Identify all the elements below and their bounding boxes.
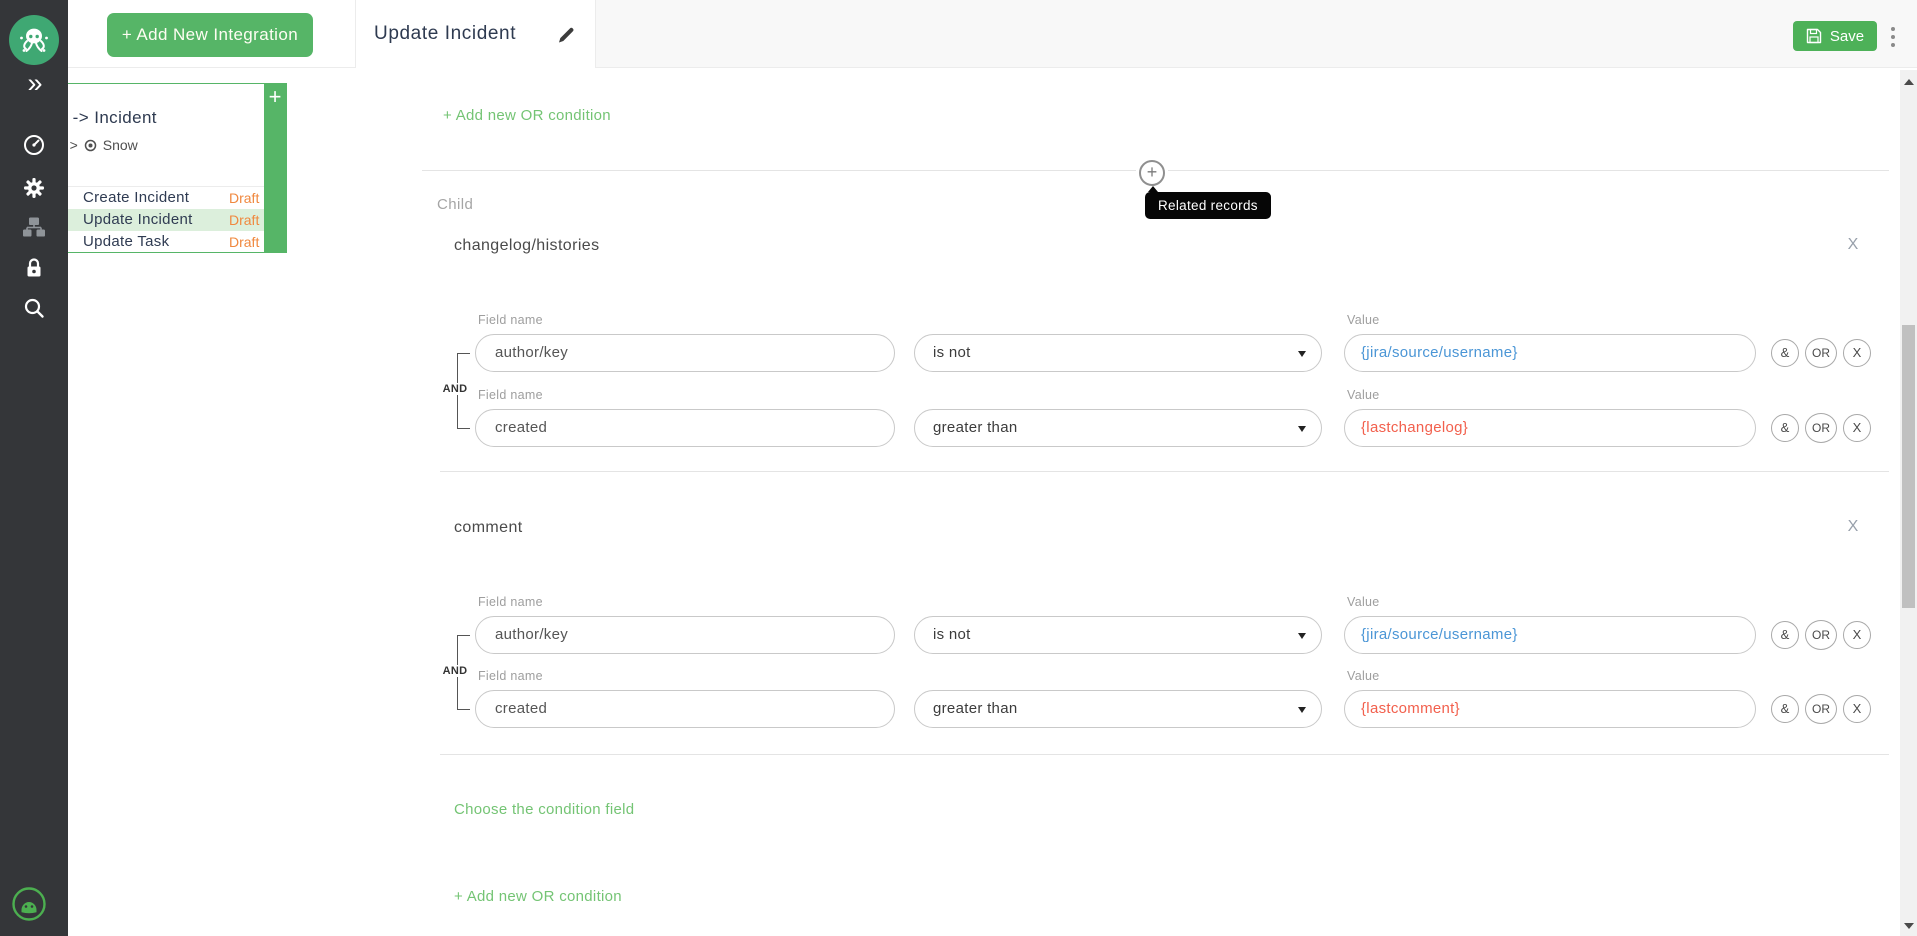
remove-condition-button[interactable]: X	[1843, 695, 1871, 723]
and-bracket	[457, 635, 470, 636]
remove-condition-button[interactable]: X	[1843, 414, 1871, 442]
dropdown-arrow-icon	[1298, 633, 1306, 639]
or-condition-button[interactable]: OR	[1805, 694, 1837, 724]
save-label: Save	[1830, 28, 1864, 45]
field-name-input[interactable]: created	[475, 690, 895, 728]
and-bracket	[457, 428, 470, 429]
condition-row: Field name Value author/key is not {jira…	[0, 313, 1917, 393]
dashboard-gauge-icon[interactable]	[0, 133, 68, 157]
operator-select[interactable]: greater than	[914, 690, 1322, 728]
group-label-child: Child	[437, 196, 473, 213]
scrollbar-up-button[interactable]	[1904, 79, 1914, 85]
status-badge: Draft	[229, 209, 259, 231]
section-divider	[440, 471, 1889, 472]
field-name-label: Field name	[478, 388, 543, 402]
condition-row: Field name Value author/key is not {jira…	[0, 595, 1917, 675]
value-label: Value	[1347, 595, 1380, 609]
action-label: Update Incident	[83, 209, 193, 231]
and-condition-button[interactable]: &	[1771, 414, 1799, 442]
profile-avatar-icon[interactable]	[11, 886, 47, 922]
field-name-input[interactable]: author/key	[475, 334, 895, 372]
connection-arrow: >	[70, 137, 78, 153]
add-action-button[interactable]: +	[264, 84, 286, 110]
edit-pencil-icon[interactable]	[556, 25, 576, 50]
add-related-records-button[interactable]: +	[1139, 160, 1165, 186]
header-divider	[68, 67, 1917, 68]
field-name-label: Field name	[478, 595, 543, 609]
choose-condition-field-link[interactable]: Choose the condition field	[454, 801, 634, 818]
value-label: Value	[1347, 388, 1380, 402]
dropdown-arrow-icon	[1298, 351, 1306, 357]
dropdown-arrow-icon	[1298, 426, 1306, 432]
more-options-button[interactable]	[1887, 27, 1899, 47]
value-input[interactable]: {jira/source/username}	[1344, 334, 1756, 372]
octopus-logo-icon[interactable]	[9, 15, 59, 65]
and-label: AND	[438, 665, 472, 677]
and-bracket	[457, 353, 470, 354]
add-new-integration-button[interactable]: + Add New Integration	[107, 13, 313, 57]
target-icon	[84, 139, 97, 152]
remove-condition-button[interactable]: X	[1843, 621, 1871, 649]
field-name-input[interactable]: author/key	[475, 616, 895, 654]
related-records-tooltip: Related records	[1145, 192, 1271, 219]
condition-row: Field name Value created greater than {l…	[0, 388, 1917, 468]
value-label: Value	[1347, 669, 1380, 683]
close-section-button[interactable]: X	[1843, 236, 1863, 254]
add-or-condition-link-bottom[interactable]: + Add new OR condition	[454, 888, 622, 905]
action-label: Create Incident	[83, 187, 189, 209]
field-name-input[interactable]: created	[475, 409, 895, 447]
or-condition-button[interactable]: OR	[1805, 338, 1837, 368]
settings-gear-icon[interactable]	[0, 176, 68, 200]
scrollbar[interactable]	[1900, 70, 1917, 936]
field-name-label: Field name	[478, 669, 543, 683]
section-title-comment: comment	[454, 519, 523, 537]
field-name-label: Field name	[478, 313, 543, 327]
integrations-tree-icon[interactable]	[0, 216, 68, 240]
page-title: Update Incident	[374, 0, 516, 67]
status-badge: Draft	[229, 187, 259, 209]
value-label: Value	[1347, 313, 1380, 327]
operator-select[interactable]: greater than	[914, 409, 1322, 447]
scrollbar-down-button[interactable]	[1904, 923, 1914, 929]
and-condition-button[interactable]: &	[1771, 621, 1799, 649]
operator-select[interactable]: is not	[914, 616, 1322, 654]
close-section-button[interactable]: X	[1843, 518, 1863, 536]
icon-sidebar: »	[0, 0, 68, 936]
and-bracket	[457, 709, 470, 710]
and-condition-button[interactable]: &	[1771, 695, 1799, 723]
collapse-sidebar-icon[interactable]: »	[0, 66, 68, 102]
or-condition-button[interactable]: OR	[1805, 413, 1837, 443]
card-accent-strip: +	[264, 84, 286, 252]
octopus-glyph	[14, 20, 54, 60]
remove-condition-button[interactable]: X	[1843, 339, 1871, 367]
tab-update-incident[interactable]: Update Incident	[355, 0, 596, 68]
app-window: »	[0, 0, 1917, 936]
section-title-changelog: changelog/histories	[454, 237, 599, 255]
save-button[interactable]: Save	[1793, 21, 1877, 51]
value-input[interactable]: {lastchangelog}	[1344, 409, 1756, 447]
add-or-condition-link-top[interactable]: + Add new OR condition	[443, 107, 611, 124]
value-input[interactable]: {lastcomment}	[1344, 690, 1756, 728]
status-badge: Draft	[229, 231, 259, 253]
and-label: AND	[438, 383, 472, 395]
or-condition-button[interactable]: OR	[1805, 620, 1837, 650]
section-divider	[422, 170, 1136, 171]
value-input[interactable]: {jira/source/username}	[1344, 616, 1756, 654]
save-floppy-icon	[1806, 28, 1822, 44]
search-icon[interactable]	[0, 296, 68, 320]
target-system-label: Snow	[103, 137, 138, 153]
condition-row: Field name Value created greater than {l…	[0, 669, 1917, 749]
section-divider	[1168, 170, 1889, 171]
operator-select[interactable]: is not	[914, 334, 1322, 372]
section-divider	[440, 754, 1889, 755]
security-lock-icon[interactable]	[0, 256, 68, 280]
dropdown-arrow-icon	[1298, 707, 1306, 713]
action-label: Update Task	[83, 231, 169, 253]
scrollbar-thumb[interactable]	[1902, 325, 1915, 608]
and-condition-button[interactable]: &	[1771, 339, 1799, 367]
